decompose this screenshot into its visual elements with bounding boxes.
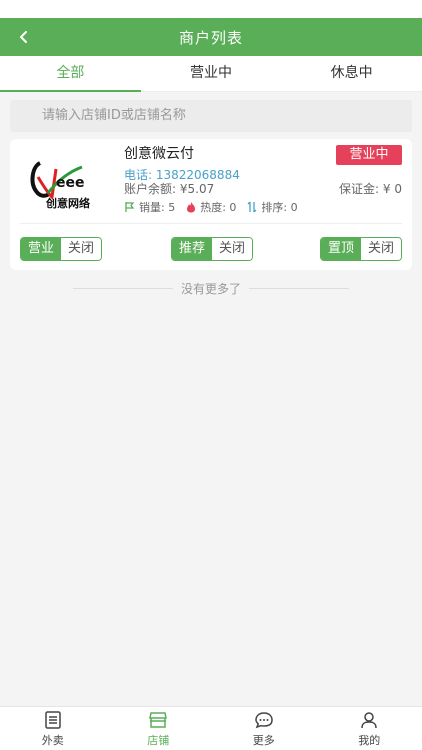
recommend-toggle[interactable]: 推荐 关闭 <box>171 237 253 261</box>
account-balance: 账户余额: ¥5.07 <box>124 182 215 196</box>
bottom-tab-more[interactable]: 更多 <box>211 707 317 750</box>
store-icon <box>149 711 168 728</box>
pin-top-toggle[interactable]: 置顶 关闭 <box>320 237 402 261</box>
sales-label: 销量: 5 <box>139 201 176 214</box>
shop-logo: eee 创意网络 <box>26 153 114 215</box>
heat-stat: 热度: 0 <box>185 199 236 215</box>
bottom-tab-bar: 外卖 店铺 更多 我的 <box>0 706 422 750</box>
chevron-left-icon <box>20 31 27 43</box>
recommend-off-label: 关闭 <box>212 238 252 260</box>
page-title: 商户列表 <box>178 28 243 47</box>
tab-resting[interactable]: 休息中 <box>281 56 422 91</box>
status-badge: 营业中 <box>336 145 402 165</box>
divider-line <box>72 287 173 289</box>
sort-icon <box>247 201 257 213</box>
svg-text:创意网络: 创意网络 <box>45 196 90 210</box>
sort-label: 排序: 0 <box>261 201 298 214</box>
card-divider <box>20 223 402 224</box>
list-icon <box>45 710 61 729</box>
pin-top-off-label: 关闭 <box>361 238 401 260</box>
no-more-text: 没有更多了 <box>180 281 241 296</box>
business-off-label: 关闭 <box>61 238 101 260</box>
tab-all[interactable]: 全部 <box>0 56 141 92</box>
bottom-tab-label: 店铺 <box>147 733 170 747</box>
divider-line <box>249 287 349 289</box>
bottom-tab-mine[interactable]: 我的 <box>317 707 422 750</box>
flag-icon <box>125 202 135 212</box>
fire-icon <box>187 202 196 213</box>
user-icon <box>361 711 377 728</box>
deposit-amount: 保证金: ¥ 0 <box>339 182 402 196</box>
shop-name: 创意微云付 <box>124 146 194 162</box>
status-bar <box>0 0 422 18</box>
recommend-on-label: 推荐 <box>172 238 212 260</box>
navigation-bar: 商户列表 <box>0 18 422 56</box>
bottom-tab-takeout[interactable]: 外卖 <box>0 707 106 750</box>
bottom-tab-label: 外卖 <box>41 733 64 747</box>
sales-stat: 销量: 5 <box>124 199 175 215</box>
business-on-label: 营业 <box>21 238 61 260</box>
bottom-tab-label: 我的 <box>358 733 381 747</box>
pin-top-on-label: 置顶 <box>321 238 361 260</box>
sort-stat: 排序: 0 <box>246 199 298 215</box>
business-toggle[interactable]: 营业 关闭 <box>20 237 102 261</box>
bottom-tab-store[interactable]: 店铺 <box>106 707 212 750</box>
svg-text:eee: eee <box>56 175 85 191</box>
tab-open[interactable]: 营业中 <box>141 56 282 91</box>
heat-label: 热度: 0 <box>200 201 237 214</box>
search-input[interactable]: 请输入店铺ID或店铺名称 <box>10 100 412 132</box>
filter-tabs: 全部 营业中 休息中 <box>0 56 422 92</box>
bottom-tab-label: 更多 <box>252 733 275 747</box>
back-button[interactable] <box>14 27 34 47</box>
no-more-indicator: 没有更多了 <box>0 279 422 297</box>
shop-card[interactable]: eee 创意网络 创意微云付 营业中 电话: 13822068884 账户余额:… <box>10 139 412 270</box>
chat-icon <box>254 711 273 728</box>
shop-stats: 销量: 5 热度: 0 排序: 0 <box>124 199 298 215</box>
